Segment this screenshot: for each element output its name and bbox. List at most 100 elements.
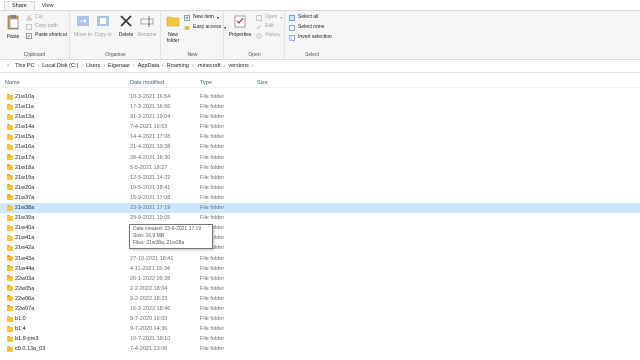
select-group: Select all Select none Invert selection … xyxy=(286,11,338,60)
breadcrumb-separator-icon[interactable]: › xyxy=(81,63,83,69)
easy-access-button[interactable]: Easy access ▾ xyxy=(184,23,226,32)
file-date-modified: 23-9-2021 17:19 xyxy=(130,205,171,212)
breadcrumb-separator-icon[interactable]: › xyxy=(38,63,40,69)
history-button[interactable]: History xyxy=(256,31,281,40)
chevron-down-icon: ▾ xyxy=(280,15,283,20)
properties-button[interactable]: Properties xyxy=(228,14,252,38)
table-row[interactable]: 21w41a13-10-2021 17:22File folder xyxy=(0,233,640,243)
breadcrumb-minecraft[interactable]: .minecraft xyxy=(196,63,220,69)
breadcrumb-appdata[interactable]: AppData xyxy=(138,63,159,69)
paste-label: Paste xyxy=(6,34,20,40)
file-name: 21w20a xyxy=(15,184,35,191)
column-header-name[interactable]: Name xyxy=(5,80,20,86)
column-header-date-modified[interactable]: Date modified xyxy=(130,80,164,86)
invert-selection-button[interactable]: Invert selection xyxy=(289,33,332,42)
table-row[interactable]: 21w15a 14-4-2021 17:08 File folder xyxy=(0,132,640,142)
table-row[interactable]: 21w40a6-10-2021 18:49File folder xyxy=(0,223,640,233)
column-header-size[interactable]: Size xyxy=(257,80,268,86)
chevron-right-icon[interactable]: › xyxy=(4,63,12,69)
paste-button[interactable]: Paste xyxy=(4,14,22,40)
table-row[interactable]: 21w19a 12-5-2021 14:22 File folder xyxy=(0,173,640,183)
folder-icon xyxy=(7,204,13,211)
edit-button[interactable]: Edit xyxy=(256,22,274,31)
table-row[interactable]: 21w16a 21-4-2021 19:38 File folder xyxy=(0,142,640,152)
table-row[interactable]: b1.9-pre3 10-7-2021 18:10 File folder xyxy=(0,334,640,344)
file-name: 22w06a xyxy=(15,295,35,302)
table-row[interactable]: 21w14a 7-4-2021 16:53 File folder xyxy=(0,122,640,132)
paste-shortcut-button[interactable]: Paste shortcut xyxy=(26,31,67,40)
column-header-type[interactable]: Type xyxy=(200,80,212,86)
select-all-button[interactable]: Select all xyxy=(289,13,318,22)
breadcrumb-separator-icon[interactable]: › xyxy=(192,63,194,69)
breadcrumb-separator-icon[interactable]: › xyxy=(252,63,254,69)
table-row[interactable]: 21w39a 29-9-2021 19:05 File folder xyxy=(0,213,640,223)
table-row[interactable]: 22w06a 9-2-2022 18:23 File folder xyxy=(0,294,640,304)
table-row[interactable]: 21w13a 31-3-2021 19:04 File folder xyxy=(0,112,640,122)
breadcrumb-separator-icon[interactable]: › xyxy=(224,63,226,69)
select-none-button[interactable]: Select none xyxy=(289,23,324,32)
folder-icon xyxy=(7,214,13,221)
table-row[interactable]: 21w38a 23-9-2021 17:19 File folder xyxy=(0,203,640,214)
table-row[interactable]: 21w43a 27-10-2021 18:41 File folder xyxy=(0,254,640,264)
file-name: 21w43a xyxy=(15,255,35,262)
copy-path-button[interactable]: Copy path xyxy=(26,22,58,31)
table-row[interactable]: b1.4 9-7-2020 14:36 File folder xyxy=(0,324,640,334)
file-name: 22w07a xyxy=(15,305,35,312)
breadcrumb-this-pc[interactable]: This PC xyxy=(15,63,35,69)
file-type: File folder xyxy=(200,104,225,111)
file-name: 22w05a xyxy=(15,285,35,292)
tooltip-size: Size: 16,9 MB xyxy=(133,233,165,239)
file-name: 21w44a xyxy=(15,265,35,272)
file-type: File folder xyxy=(200,114,225,121)
tab-view[interactable]: View xyxy=(35,2,61,10)
clipboard-group-label: Clipboard xyxy=(23,52,46,58)
rename-icon xyxy=(137,14,157,30)
folder-icon xyxy=(7,265,13,272)
breadcrumb-separator-icon[interactable]: › xyxy=(133,63,135,69)
table-row[interactable]: 21w11a 17-3-2021 16:56 File folder xyxy=(0,102,640,112)
open-button[interactable]: Open ▾ xyxy=(256,13,282,22)
file-type: File folder xyxy=(200,144,225,151)
invert-selection-icon xyxy=(289,34,295,41)
breadcrumb-eigenaar[interactable]: Eigenaar xyxy=(108,63,130,69)
file-type: File folder xyxy=(200,305,225,312)
file-date-modified: 21-4-2021 19:38 xyxy=(130,144,171,151)
table-row[interactable]: 22w03a 20-1-2022 09:28 File folder xyxy=(0,274,640,284)
tab-share[interactable]: Share xyxy=(4,1,35,10)
table-row[interactable]: 21w18a 5-5-2021 18:27 File folder xyxy=(0,163,640,173)
breadcrumb-roaming[interactable]: Roaming xyxy=(167,63,189,69)
folder-icon xyxy=(7,224,13,231)
breadcrumb-separator-icon[interactable]: › xyxy=(103,63,105,69)
file-name: 21w37a xyxy=(15,194,35,201)
file-date-modified: 7-4-2021 13:06 xyxy=(130,346,168,353)
breadcrumb-separator-icon[interactable]: › xyxy=(162,63,164,69)
table-row[interactable]: 21w20a 19-5-2021 18:41 File folder xyxy=(0,183,640,193)
breadcrumb-local-disk[interactable]: Local Disk (C:) xyxy=(42,63,78,69)
table-row[interactable]: 21w42a20-10-2021 17:08File folder xyxy=(0,243,640,253)
move-to-button[interactable]: Move to xyxy=(74,14,92,38)
table-row[interactable]: 22w07a 16-2-2022 18:46 File folder xyxy=(0,304,640,314)
cut-button[interactable]: Cut xyxy=(26,13,43,22)
table-row[interactable]: 21w10a 10-3-2021 16:54 File folder xyxy=(0,92,640,102)
breadcrumb-versions[interactable]: versions xyxy=(228,63,248,69)
breadcrumb-users[interactable]: Users xyxy=(86,63,100,69)
organise-group-label: Organise xyxy=(105,52,126,58)
table-row[interactable]: c0.0.13a_03 7-4-2021 13:06 File folder xyxy=(0,344,640,354)
new-item-button[interactable]: New item ▾ xyxy=(184,13,219,22)
folder-icon xyxy=(7,164,13,171)
file-type: File folder xyxy=(200,285,225,292)
table-row[interactable]: 21w44a 4-11-2021 15:34 File folder xyxy=(0,264,640,274)
address-bar[interactable]: › This PC › Local Disk (C:) › Users › Ei… xyxy=(0,60,640,73)
rename-button[interactable]: Rename xyxy=(137,14,157,38)
copy-to-label: Copy to xyxy=(94,32,112,38)
table-row[interactable]: 21w37a 15-9-2021 17:08 File folder xyxy=(0,193,640,203)
delete-button[interactable]: Delete xyxy=(117,14,135,38)
table-row[interactable]: b1.0 9-7-2020 16:03 File folder xyxy=(0,314,640,324)
file-name: 21w40a xyxy=(15,225,35,232)
copy-to-button[interactable]: Copy to xyxy=(94,14,112,38)
new-folder-button[interactable]: New folder xyxy=(164,14,182,44)
table-row[interactable]: 21w17a 28-4-2021 16:30 File folder xyxy=(0,153,640,163)
open-icon xyxy=(256,14,262,21)
table-row[interactable]: 22w05a 2-2-2022 18:04 File folder xyxy=(0,284,640,294)
rename-label: Rename xyxy=(137,32,157,38)
